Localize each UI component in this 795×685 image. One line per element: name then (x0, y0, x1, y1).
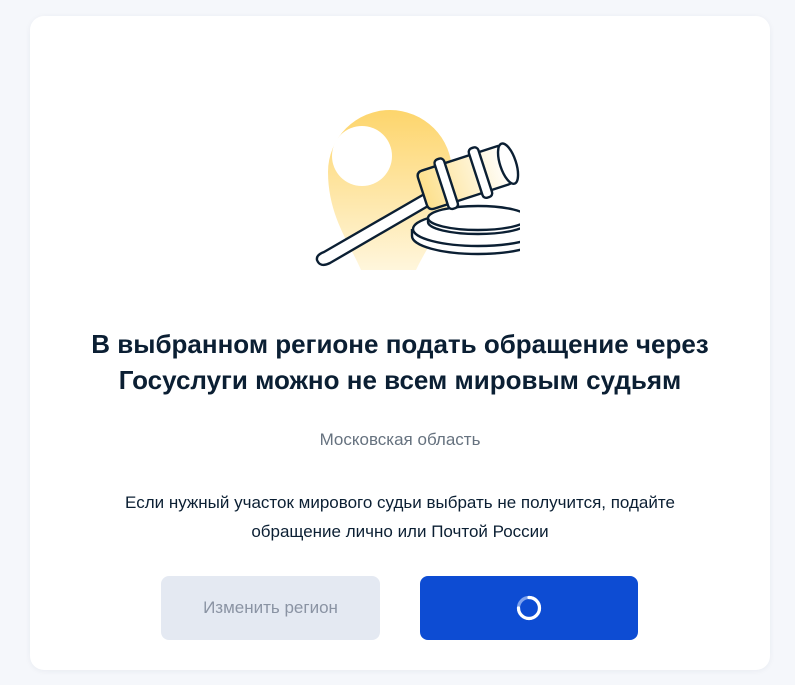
loading-spinner-icon (516, 595, 542, 621)
change-region-button-label: Изменить регион (203, 598, 338, 617)
location-pin-with-gavel-icon (315, 110, 520, 270)
dialog-note: Если нужный участок мирового судьи выбра… (60, 488, 740, 546)
dialog-title-line-2: Госуслуги можно не всем мировым судьям (118, 365, 682, 395)
dialog-title-line-1: В выбранном регионе подать обращение чер… (91, 329, 709, 359)
dialog-note-line-1: Если нужный участок мирового судьи выбра… (125, 493, 675, 512)
selected-region: Московская область (319, 430, 481, 449)
dialog-card: В выбранном регионе подать обращение чер… (30, 16, 770, 670)
dialog-note-line-2: обращение лично или Почтой России (251, 522, 549, 541)
change-region-button[interactable]: Изменить регион (161, 576, 380, 640)
dialog-title: В выбранном регионе подать обращение чер… (50, 326, 750, 398)
continue-button[interactable] (420, 576, 638, 640)
